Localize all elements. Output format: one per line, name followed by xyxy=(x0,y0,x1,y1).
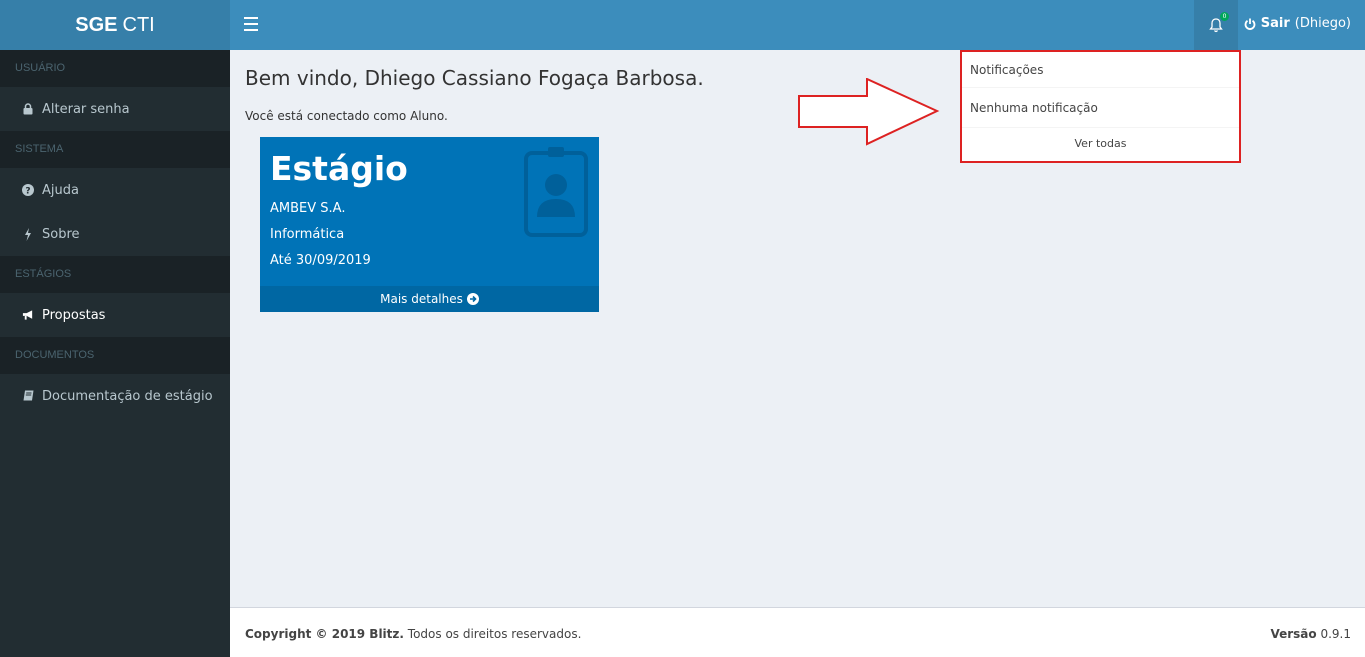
sidebar-item-sobre[interactable]: Sobre xyxy=(0,212,230,256)
book-icon xyxy=(22,389,34,403)
version-info: Versão 0.9.1 xyxy=(1270,627,1351,641)
logout-label: Sair xyxy=(1260,16,1290,31)
bullhorn-icon xyxy=(22,308,34,322)
power-icon xyxy=(1244,18,1256,30)
logo-bold: SGE xyxy=(75,13,118,36)
page-title: Bem vindo, Dhiego Cassiano Fogaça Barbos… xyxy=(245,66,704,90)
lock-icon xyxy=(22,102,34,116)
connected-as-text: Você está conectado como Aluno. xyxy=(245,109,448,123)
sidebar-item-label: Ajuda xyxy=(42,182,79,198)
sidebar-item-label: Propostas xyxy=(42,307,106,323)
sidebar-item-label: Alterar senha xyxy=(42,101,130,117)
view-all-notifications-link[interactable]: Ver todas xyxy=(962,128,1239,160)
card-area: Informática xyxy=(270,227,345,242)
app-logo[interactable]: SGE CTI xyxy=(0,0,230,50)
copyright: Copyright © 2019 Blitz. Todos os direito… xyxy=(245,627,581,641)
sidebar-item-documentacao[interactable]: Documentação de estágio xyxy=(0,374,230,418)
sidebar-item-label: Sobre xyxy=(42,226,80,242)
notifications-button[interactable]: 0 xyxy=(1194,0,1238,50)
internship-card: Estágio AMBEV S.A. Informática Até 30/09… xyxy=(260,137,599,312)
copyright-bold: Copyright © 2019 Blitz. xyxy=(245,627,404,641)
card-company: AMBEV S.A. xyxy=(270,201,346,216)
more-details-label: Mais detalhes xyxy=(380,292,463,306)
sidebar-item-label: Documentação de estágio xyxy=(42,388,213,404)
logout-button[interactable]: Sair (Dhiego) xyxy=(1244,16,1351,31)
notification-empty-item[interactable]: Nenhuma notificação xyxy=(962,88,1239,128)
card-more-details-link[interactable]: Mais detalhes xyxy=(260,286,599,312)
arrow-annotation-icon xyxy=(798,78,940,146)
bolt-icon xyxy=(22,227,34,241)
svg-text:?: ? xyxy=(25,186,30,196)
sidebar-header-usuario: USUÁRIO xyxy=(0,50,230,87)
sidebar-header-documentos: DOCUMENTOS xyxy=(0,337,230,374)
sidebar-header-estagios: ESTÁGIOS xyxy=(0,256,230,293)
question-circle-icon: ? xyxy=(22,183,34,197)
card-title: Estágio xyxy=(270,149,408,188)
sidebar-item-ajuda[interactable]: ? Ajuda xyxy=(0,168,230,212)
page-footer: Copyright © 2019 Blitz. Todos os direito… xyxy=(230,607,1365,657)
top-navbar: 0 Sair (Dhiego) xyxy=(230,0,1365,50)
notifications-dropdown: Notificações Nenhuma notificação Ver tod… xyxy=(960,50,1241,163)
logout-user: (Dhiego) xyxy=(1294,16,1351,31)
sidebar-toggle-icon[interactable] xyxy=(244,17,258,31)
version-label: Versão xyxy=(1270,627,1317,641)
sidebar-item-propostas[interactable]: Propostas xyxy=(0,293,230,337)
version-value: 0.9.1 xyxy=(1320,627,1351,641)
notification-count-badge: 0 xyxy=(1220,12,1229,21)
sidebar-header-sistema: SISTEMA xyxy=(0,131,230,168)
id-badge-icon xyxy=(524,147,588,241)
logo-rest: CTI xyxy=(122,13,155,36)
notifications-header: Notificações xyxy=(962,52,1239,88)
arrow-circle-right-icon xyxy=(466,293,479,305)
sidebar: USUÁRIO Alterar senha SISTEMA ? Ajuda So… xyxy=(0,50,230,657)
sidebar-item-alterar-senha[interactable]: Alterar senha xyxy=(0,87,230,131)
card-until: Até 30/09/2019 xyxy=(270,253,371,268)
copyright-rest: Todos os direitos reservados. xyxy=(407,627,582,641)
